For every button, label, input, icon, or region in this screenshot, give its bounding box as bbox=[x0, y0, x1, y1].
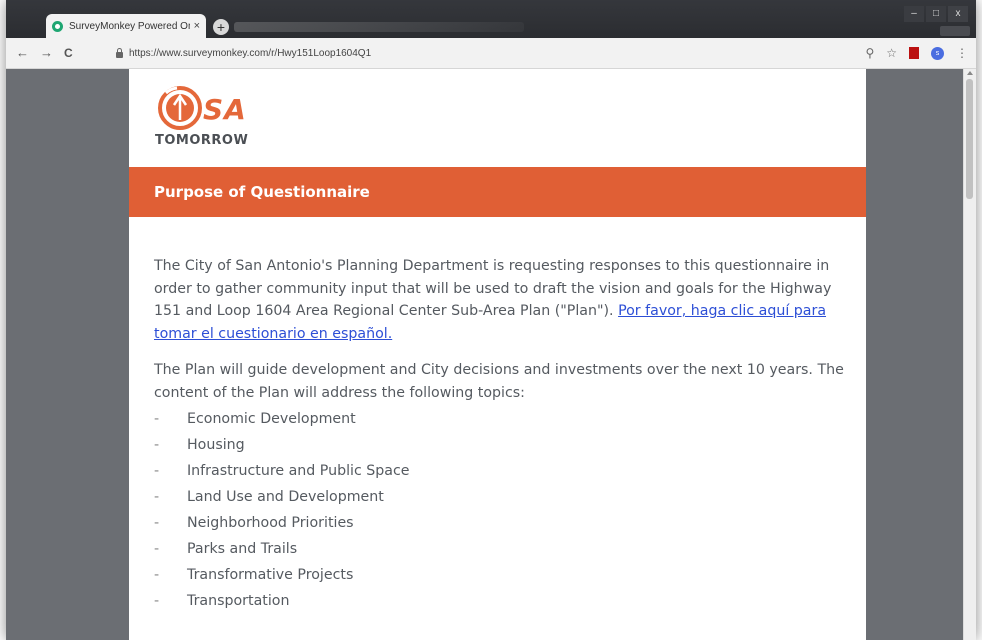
topic-label: Transportation bbox=[187, 593, 290, 609]
list-item: - Transformative Projects bbox=[154, 562, 844, 588]
sa-tomorrow-emblem-icon bbox=[158, 86, 202, 130]
section-banner: Purpose of Questionnaire bbox=[129, 167, 866, 217]
profile-avatar-icon[interactable]: s bbox=[931, 46, 944, 60]
surveymonkey-favicon-icon bbox=[52, 20, 63, 32]
intro-paragraph: The City of San Antonio's Planning Depar… bbox=[154, 255, 844, 345]
list-dash: - bbox=[154, 463, 160, 479]
list-item: - Transportation bbox=[154, 588, 844, 614]
minimize-button[interactable]: – bbox=[904, 6, 924, 22]
window-controls: – □ x bbox=[902, 6, 968, 22]
logo-sa-text: SA bbox=[203, 93, 247, 126]
topic-label: Housing bbox=[187, 437, 245, 453]
tab-surveymonkey[interactable]: SurveyMonkey Powered Online × bbox=[46, 14, 206, 38]
plan-paragraph: The Plan will guide development and City… bbox=[154, 362, 844, 401]
browser-window: SurveyMonkey Powered Online × + – □ x ← … bbox=[6, 0, 976, 640]
tab-title: SurveyMonkey Powered Online bbox=[69, 20, 190, 32]
topics-list: - Economic Development - Housing - Infrastr… bbox=[154, 406, 844, 614]
address-bar[interactable]: https://www.surveymonkey.com/r/Hwy151Loo… bbox=[116, 43, 876, 63]
lock-icon bbox=[116, 47, 123, 58]
list-dash: - bbox=[154, 541, 160, 557]
toolbar-actions: ⚲ ☆ s ⋮ bbox=[853, 45, 968, 61]
scroll-thumb[interactable] bbox=[966, 79, 973, 199]
list-dash: - bbox=[154, 489, 160, 505]
list-item: - Housing bbox=[154, 432, 844, 458]
list-dash: - bbox=[154, 437, 160, 453]
sa-tomorrow-logo: SA TOMORROW bbox=[155, 85, 255, 151]
blurred-tab[interactable] bbox=[234, 22, 524, 32]
maximize-button[interactable]: □ bbox=[926, 6, 946, 22]
list-dash: - bbox=[154, 593, 160, 609]
list-item: - Parks and Trails bbox=[154, 536, 844, 562]
topic-label: Economic Development bbox=[187, 411, 356, 427]
list-dash: - bbox=[154, 411, 160, 427]
survey-card: SA TOMORROW Purpose of Questionnaire The… bbox=[129, 69, 866, 640]
browser-toolbar: ← → C https://www.surveymonkey.com/r/Hwy… bbox=[6, 38, 976, 69]
new-tab-button[interactable]: + bbox=[213, 19, 229, 35]
topic-label: Infrastructure and Public Space bbox=[187, 463, 410, 479]
user-profile-button[interactable] bbox=[940, 26, 970, 36]
url-text: https://www.surveymonkey.com/r/Hwy151Loo… bbox=[129, 47, 372, 59]
list-item: - Economic Development bbox=[154, 406, 844, 432]
topic-label: Parks and Trails bbox=[187, 541, 298, 557]
close-window-button[interactable]: x bbox=[948, 6, 968, 22]
list-item: - Infrastructure and Public Space bbox=[154, 458, 844, 484]
topic-label: Neighborhood Priorities bbox=[187, 515, 354, 531]
back-button[interactable]: ← bbox=[16, 45, 29, 61]
list-dash: - bbox=[154, 567, 160, 583]
page-scrollbar[interactable] bbox=[963, 69, 976, 640]
scroll-up-arrow-icon[interactable] bbox=[967, 71, 973, 75]
list-item: - Neighborhood Priorities bbox=[154, 510, 844, 536]
section-title: Purpose of Questionnaire bbox=[154, 183, 370, 201]
bookmark-star-icon[interactable]: ☆ bbox=[886, 45, 897, 61]
forward-button[interactable]: → bbox=[40, 45, 53, 61]
tab-close-icon[interactable]: × bbox=[194, 20, 200, 32]
logo-tomorrow-text: TOMORROW bbox=[155, 133, 249, 148]
questionnaire-intro: The City of San Antonio's Planning Depar… bbox=[154, 255, 844, 614]
menu-kebab-icon[interactable]: ⋮ bbox=[956, 45, 968, 61]
title-bar: SurveyMonkey Powered Online × + – □ x bbox=[6, 0, 976, 38]
topic-label: Transformative Projects bbox=[187, 567, 354, 583]
topic-label: Land Use and Development bbox=[187, 489, 384, 505]
list-dash: - bbox=[154, 515, 160, 531]
pdf-extension-icon[interactable] bbox=[909, 47, 919, 59]
list-item: - Land Use and Development bbox=[154, 484, 844, 510]
zoom-icon[interactable]: ⚲ bbox=[865, 45, 874, 61]
page-viewport: SA TOMORROW Purpose of Questionnaire The… bbox=[6, 69, 964, 640]
reload-button[interactable]: C bbox=[64, 45, 73, 61]
